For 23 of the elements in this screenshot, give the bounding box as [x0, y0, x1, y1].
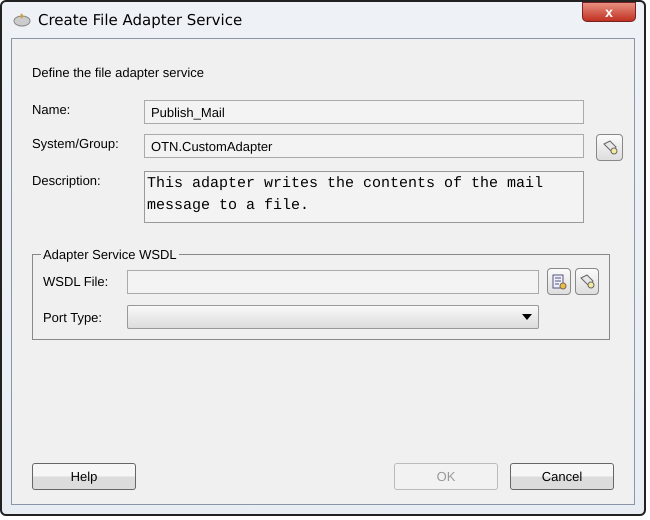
browse-button[interactable]: [575, 268, 599, 295]
dialog-button[interactable]: Cancel: [510, 463, 614, 490]
browse-button[interactable]: [596, 134, 623, 161]
input-field[interactable]: OTN.CustomAdapter: [144, 134, 584, 158]
field-label: WSDL File:: [42, 274, 110, 289]
heading-text: Define the file adapter service: [32, 65, 205, 80]
flashlight-icon: [600, 138, 618, 156]
document-button[interactable]: [547, 268, 571, 295]
field-label: Port Type:: [42, 310, 104, 324]
field-label: Description:: [32, 172, 102, 188]
description-field[interactable]: This adapter writes the contents of the mail message to a file.: [144, 171, 584, 223]
wsdl-file-field[interactable]: [127, 270, 539, 294]
document-icon: [550, 272, 568, 290]
group-title: Adapter Service WSDL: [42, 247, 178, 262]
field-label: System/Group:: [32, 135, 120, 151]
window-title: Create File Adapter Service: [38, 11, 242, 29]
caret-icon: [522, 314, 532, 320]
field-label: Name:: [32, 101, 72, 117]
input-field[interactable]: Publish_Mail: [144, 100, 584, 124]
flashlight-icon: [578, 272, 596, 290]
dialog-button[interactable]: Help: [32, 463, 136, 490]
close-button[interactable]: x: [582, 2, 636, 22]
port-type-dropdown[interactable]: [127, 305, 539, 329]
